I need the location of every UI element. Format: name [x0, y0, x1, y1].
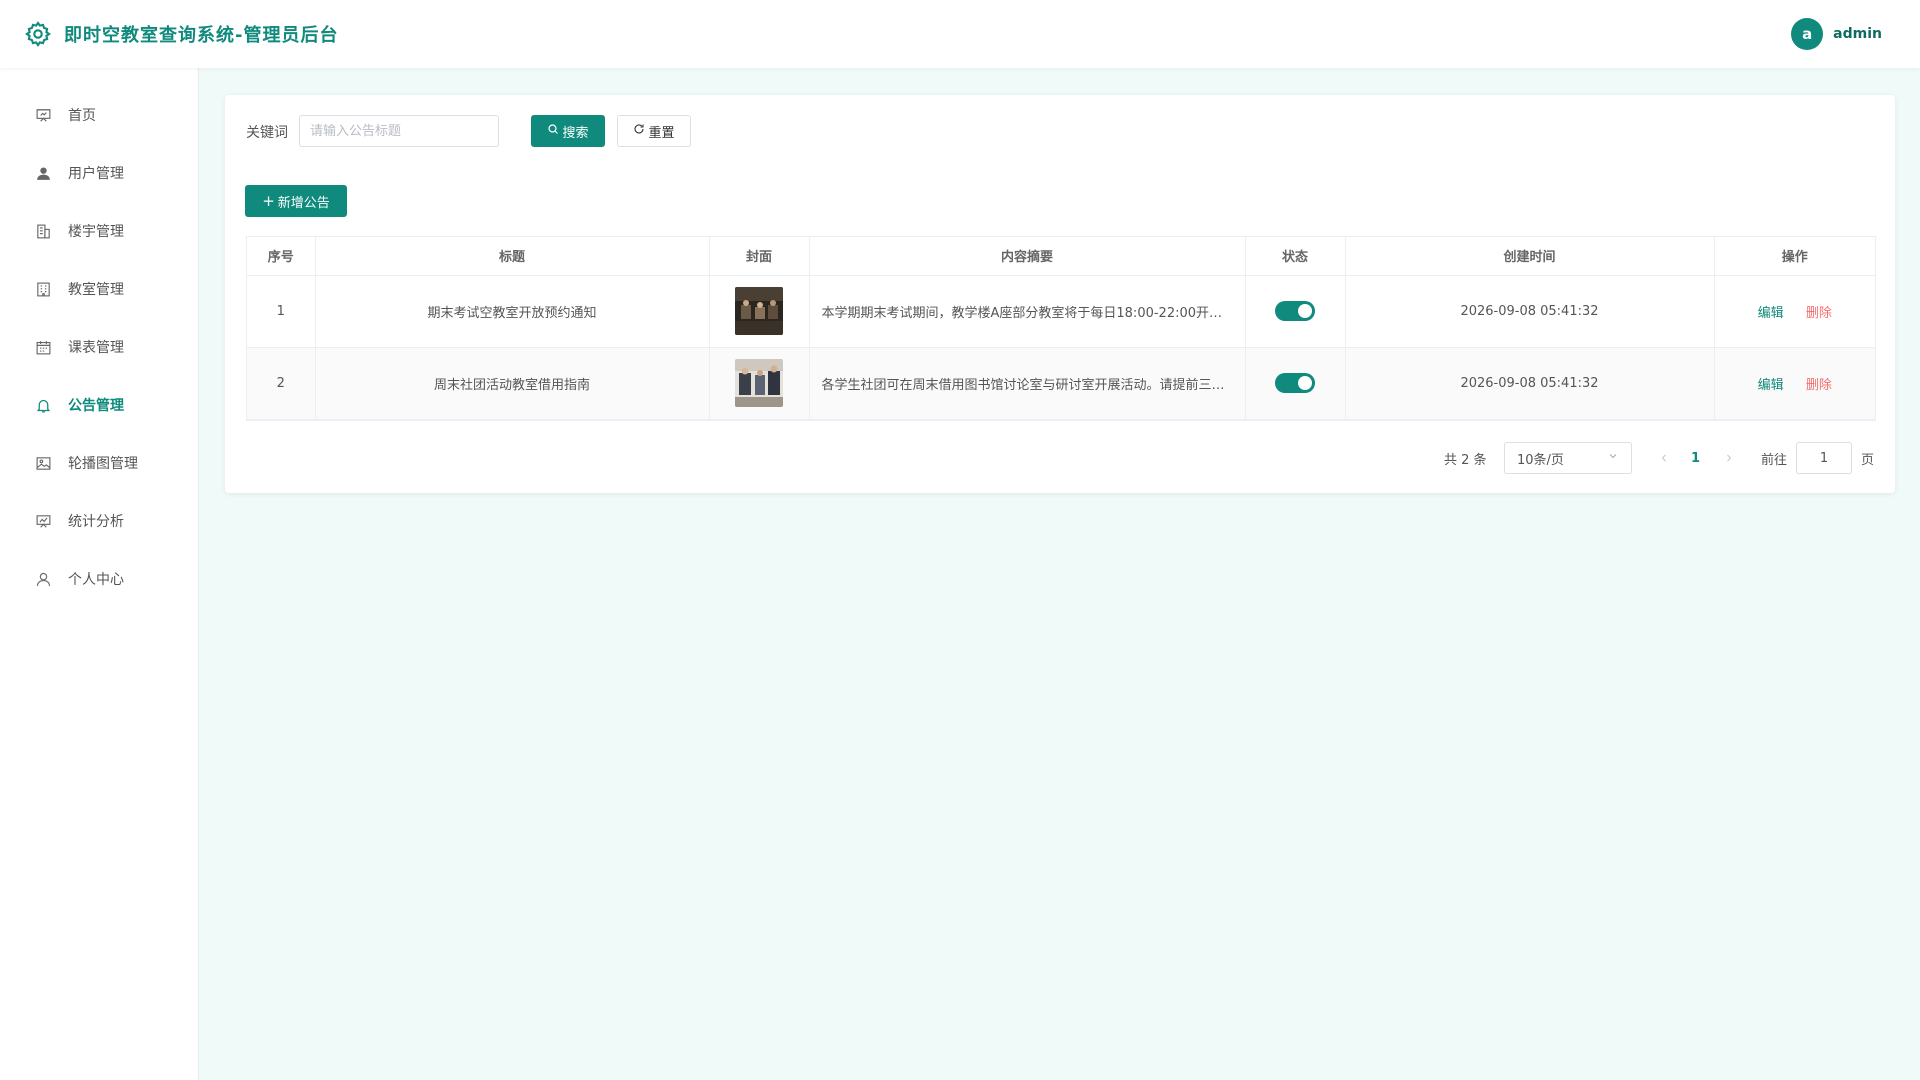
column-header: 标题: [315, 237, 710, 276]
cover-image[interactable]: [735, 287, 783, 335]
user-menu[interactable]: a admin: [1791, 18, 1882, 50]
calendar-icon: [36, 340, 51, 354]
gear-icon: [25, 21, 51, 47]
edit-button[interactable]: 编辑: [1758, 306, 1784, 321]
cell-cover: [709, 275, 810, 348]
username[interactable]: admin: [1833, 26, 1882, 42]
page-suffix-label: 页: [1861, 452, 1875, 468]
bell-icon: [36, 399, 51, 413]
column-header: 状态: [1245, 237, 1346, 276]
table-header-row: 序号 标题 封面 内容摘要 状态 创建时间 操作: [247, 237, 1875, 276]
chevron-left-icon: [1661, 454, 1666, 462]
column-header: 序号: [247, 237, 316, 276]
keyword-label: 关键词: [246, 125, 288, 141]
status-toggle[interactable]: [1275, 373, 1315, 393]
refresh-icon: [633, 123, 645, 139]
app-title: 即时空教室查询系统-管理员后台: [64, 25, 339, 46]
cell-cover: [709, 347, 810, 420]
column-header: 操作: [1714, 237, 1875, 276]
pagination-total: 共 2 条: [1444, 452, 1487, 468]
page-size-select[interactable]: 10条/页: [1504, 442, 1632, 474]
cell-created: 2026-09-08 05:41:32: [1345, 347, 1715, 420]
cell-index: 2: [247, 347, 316, 420]
sidebar-item-profile[interactable]: 个人中心: [0, 559, 199, 599]
sidebar-item-label: 个人中心: [68, 572, 124, 588]
reset-button-label: 重置: [648, 125, 675, 141]
edit-button[interactable]: 编辑: [1758, 378, 1784, 393]
cell-summary: 本学期期末考试期间，教学楼A座部分教室将于每日18:00-22:00开放自习预约…: [809, 275, 1246, 348]
cell-summary: 各学生社团可在周末借用图书馆讨论室与研讨室开展活动。请提前三天提交申请。: [809, 347, 1246, 420]
sidebar-item-label: 统计分析: [68, 514, 124, 530]
person-outline-icon: [36, 572, 51, 586]
sidebar-item-label: 公告管理: [68, 398, 124, 414]
column-header: 创建时间: [1345, 237, 1715, 276]
search-button[interactable]: 搜索: [531, 115, 605, 147]
top-header: 即时空教室查询系统-管理员后台 a admin: [0, 0, 1920, 68]
sidebar-item-classrooms[interactable]: 教室管理: [0, 269, 199, 309]
cell-status: [1245, 275, 1346, 348]
sidebar: 首页 用户管理 楼宇管理 教室管理 课表管理 公告管理 轮播图管理 统计分析 个…: [0, 68, 199, 1080]
presentation-icon: [36, 108, 51, 122]
chart-board-icon: [36, 514, 51, 528]
sidebar-item-label: 楼宇管理: [68, 224, 124, 240]
sidebar-item-statistics[interactable]: 统计分析: [0, 501, 199, 541]
user-icon: [37, 166, 50, 180]
sidebar-item-carousel[interactable]: 轮播图管理: [0, 443, 199, 483]
image-icon: [36, 456, 51, 470]
cell-actions: 编辑 删除: [1714, 275, 1875, 348]
avatar[interactable]: a: [1791, 18, 1824, 50]
table-row: 1 期末考试空教室开放预约通知 本学期期末考试期间，教学楼A座部分教室将于每日1…: [247, 275, 1875, 348]
page-number-current[interactable]: 1: [1691, 442, 1700, 474]
cell-index: 1: [247, 275, 316, 348]
sidebar-item-label: 首页: [68, 108, 96, 124]
cell-created: 2026-09-08 05:41:32: [1345, 275, 1715, 348]
sidebar-item-label: 课表管理: [68, 340, 124, 356]
prev-page-button[interactable]: [1658, 442, 1670, 474]
announcement-panel: 关键词 搜索 重置 + 新增公告 序号 标题 封面 内容摘要: [225, 95, 1895, 493]
sidebar-item-label: 教室管理: [68, 282, 124, 298]
chevron-down-icon: [1607, 450, 1619, 466]
goto-page-input[interactable]: [1796, 442, 1852, 474]
chevron-right-icon: [1727, 454, 1732, 462]
plus-icon: +: [262, 192, 275, 210]
add-announcement-button[interactable]: + 新增公告: [245, 185, 347, 217]
office-building-icon: [37, 282, 50, 296]
reset-button[interactable]: 重置: [617, 115, 691, 147]
delete-button[interactable]: 删除: [1806, 378, 1832, 393]
cover-image[interactable]: [735, 359, 783, 407]
search-input[interactable]: [299, 115, 499, 147]
building-icon: [37, 224, 50, 238]
column-header: 内容摘要: [809, 237, 1246, 276]
sidebar-item-label: 轮播图管理: [68, 456, 138, 472]
sidebar-item-label: 用户管理: [68, 166, 124, 182]
cell-title: 期末考试空教室开放预约通知: [315, 275, 710, 348]
sidebar-item-schedule[interactable]: 课表管理: [0, 327, 199, 367]
goto-label: 前往: [1761, 452, 1788, 468]
search-icon: [547, 123, 559, 139]
announcement-table: 序号 标题 封面 内容摘要 状态 创建时间 操作 1 期末考试空教室开放预约通知: [246, 236, 1876, 421]
search-button-label: 搜索: [562, 125, 589, 141]
status-toggle[interactable]: [1275, 301, 1315, 321]
sidebar-item-users[interactable]: 用户管理: [0, 153, 199, 193]
cell-actions: 编辑 删除: [1714, 347, 1875, 420]
cell-title: 周末社团活动教室借用指南: [315, 347, 710, 420]
add-button-label: 新增公告: [277, 195, 330, 211]
column-header: 封面: [709, 237, 810, 276]
sidebar-item-announcements[interactable]: 公告管理: [0, 385, 199, 425]
table-row: 2 周末社团活动教室借用指南 各学生社团可在周末借用图书馆讨论室与研讨室开展活动…: [247, 347, 1875, 420]
delete-button[interactable]: 删除: [1806, 306, 1832, 321]
page-size-value: 10条/页: [1517, 452, 1564, 468]
sidebar-item-buildings[interactable]: 楼宇管理: [0, 211, 199, 251]
next-page-button[interactable]: [1723, 442, 1735, 474]
sidebar-item-home[interactable]: 首页: [0, 95, 199, 135]
cell-status: [1245, 347, 1346, 420]
